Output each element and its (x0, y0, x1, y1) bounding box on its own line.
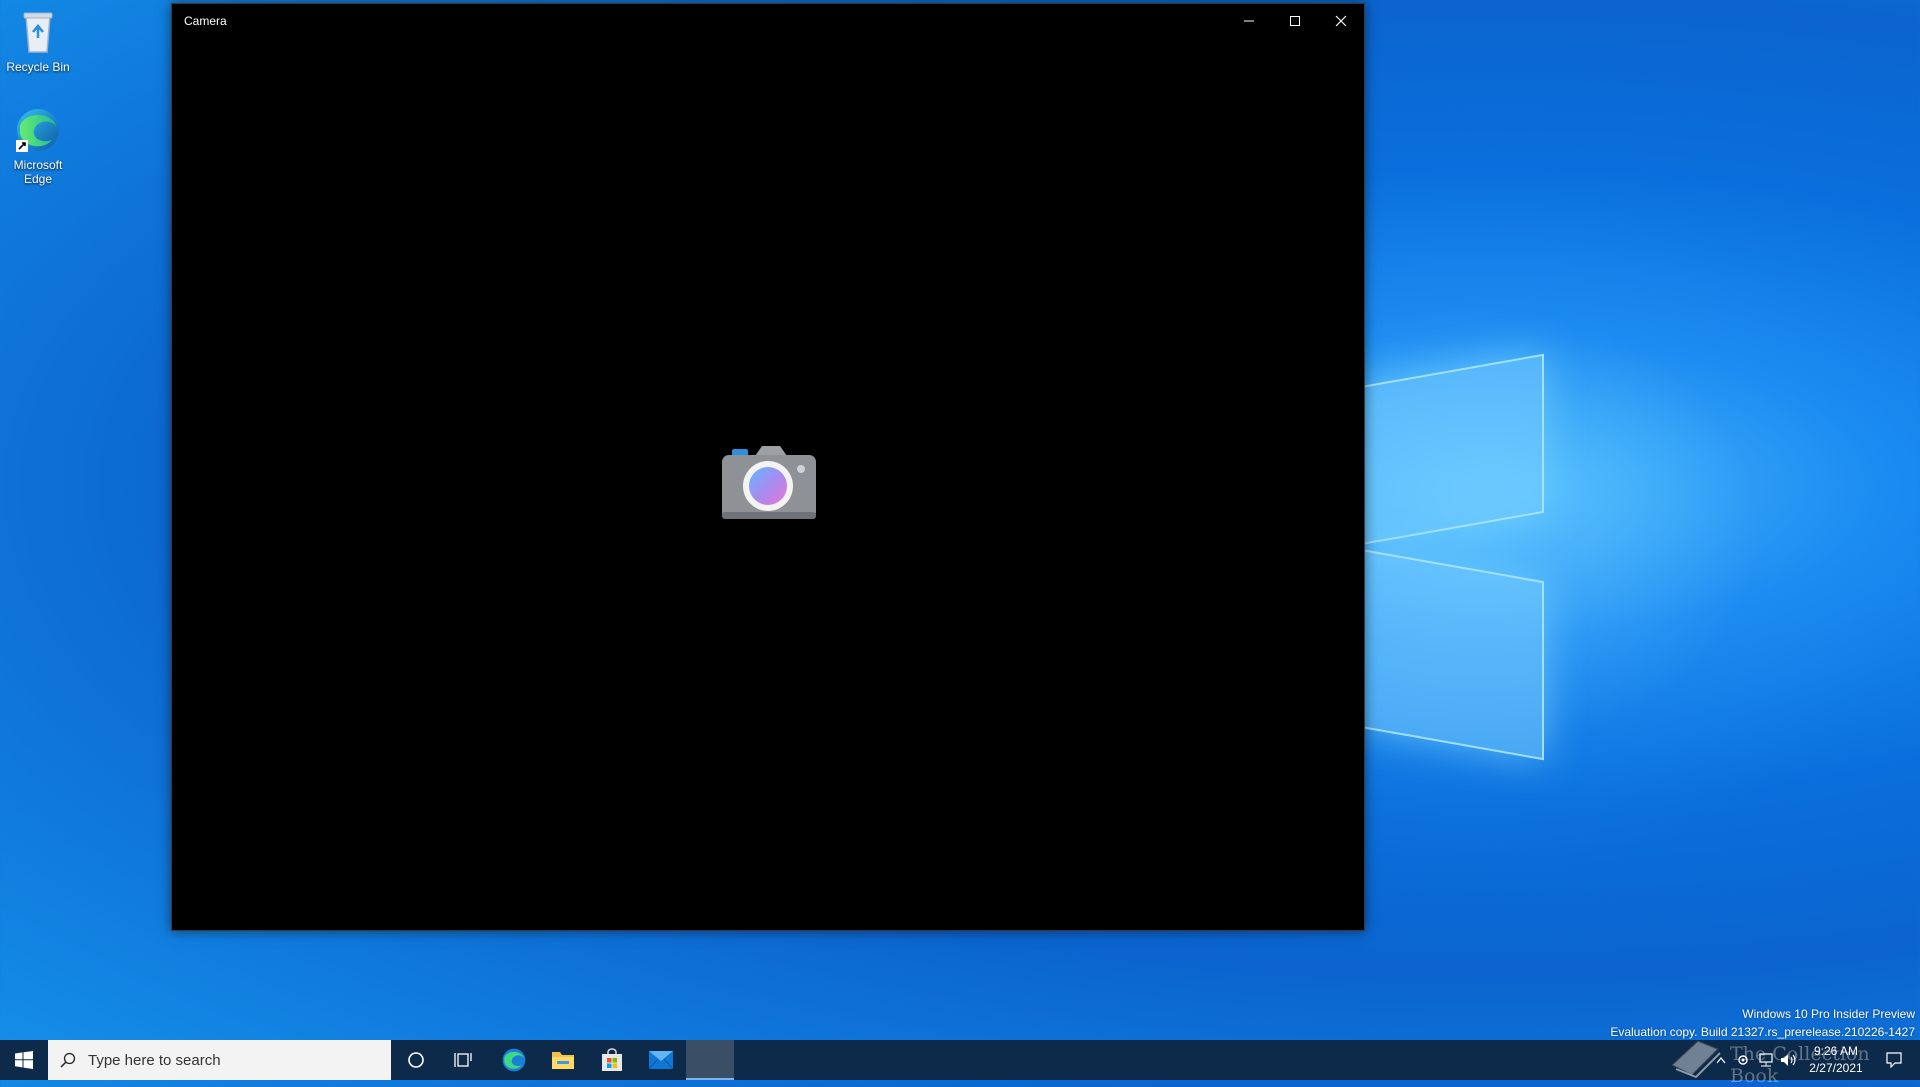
minimize-button[interactable] (1226, 4, 1272, 38)
windows-logo-wallpaper (1360, 330, 1660, 770)
camera-app-logo-icon (720, 444, 818, 522)
close-icon (1335, 15, 1347, 27)
taskbar-store-button[interactable] (588, 1040, 636, 1080)
watermark-line-1: Windows 10 Pro Insider Preview (1742, 1007, 1915, 1021)
taskbar-camera-button[interactable] (686, 1040, 734, 1080)
title-bar[interactable]: Camera (172, 4, 1364, 38)
desktop-icon-microsoft-edge[interactable]: Microsoft Edge (0, 106, 76, 186)
maximize-button[interactable] (1272, 4, 1318, 38)
taskbar-edge-button[interactable] (490, 1040, 538, 1080)
recycle-bin-icon (14, 8, 62, 56)
collection-book-watermark: The Collection Book (1730, 1043, 1870, 1087)
cortana-button[interactable] (392, 1040, 440, 1080)
search-input[interactable] (86, 1050, 380, 1070)
taskbar-mail-button[interactable] (637, 1040, 685, 1080)
taskbar-search-box[interactable] (48, 1040, 391, 1080)
task-view-icon (454, 1053, 472, 1067)
mail-icon (649, 1051, 673, 1069)
taskbar: 9:26 AM 2/27/2021 (0, 1040, 1920, 1080)
close-button[interactable] (1318, 4, 1364, 38)
watermark-line-2: Evaluation copy. Build 21327.rs_prerelea… (1610, 1025, 1915, 1039)
window-title: Camera (184, 14, 227, 28)
task-view-button[interactable] (440, 1040, 488, 1080)
book-watermark-icon (1668, 1035, 1724, 1084)
search-icon (60, 1052, 76, 1068)
evaluation-watermark: Windows 10 Pro Insider Preview Evaluatio… (1610, 1005, 1915, 1041)
edge-icon (14, 106, 62, 154)
folder-icon (552, 1052, 574, 1069)
store-bag-icon (602, 1048, 622, 1071)
desktop-icon-label: Recycle Bin (6, 60, 70, 74)
maximize-icon (1290, 16, 1300, 26)
cortana-circle-icon (408, 1052, 424, 1068)
start-button[interactable] (0, 1040, 48, 1080)
camera-window[interactable]: Camera (171, 3, 1365, 931)
minimize-icon (1244, 20, 1254, 22)
desktop-icon-label: Microsoft Edge (13, 158, 63, 186)
windows-start-icon (15, 1051, 33, 1069)
desktop-icon-recycle-bin[interactable]: Recycle Bin (0, 8, 76, 74)
taskbar-file-explorer-button[interactable] (539, 1040, 587, 1080)
edge-icon (502, 1048, 526, 1072)
